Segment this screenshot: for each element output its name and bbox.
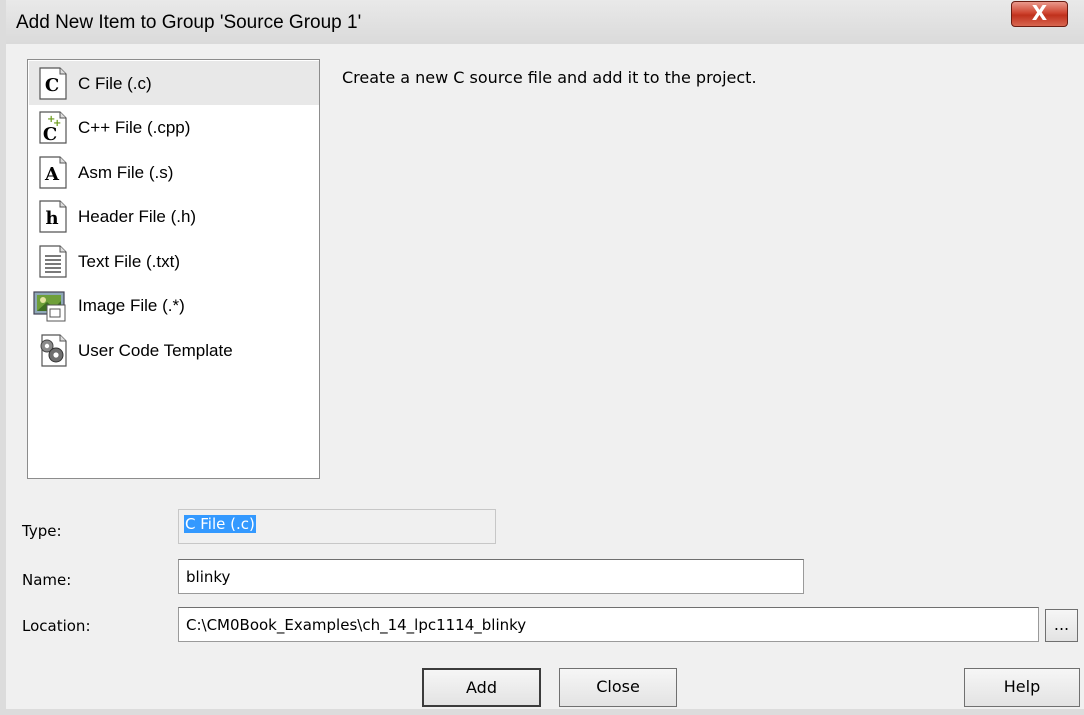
asm-file-icon: A bbox=[39, 156, 67, 189]
location-value: C:\CM0Book_Examples\ch_14_lpc1114_blinky bbox=[186, 616, 527, 634]
dialog-window: Add New Item to Group 'Source Group 1' X… bbox=[0, 0, 1084, 715]
list-item-label: User Code Template bbox=[78, 341, 233, 360]
name-input[interactable]: blinky bbox=[178, 559, 804, 594]
type-label: Type: bbox=[22, 522, 62, 540]
close-icon: X bbox=[1031, 1, 1048, 25]
header-file-icon: h bbox=[39, 200, 67, 233]
c-file-icon: C bbox=[39, 67, 67, 100]
item-description: Create a new C source file and add it to… bbox=[342, 68, 757, 87]
list-item-label: Image File (.*) bbox=[78, 296, 185, 315]
c-file-icon-glyph: C bbox=[45, 75, 59, 96]
list-item-text-file[interactable]: Text File (.txt) bbox=[29, 239, 319, 283]
list-item-label: Asm File (.s) bbox=[78, 163, 174, 182]
image-file-icon bbox=[33, 291, 66, 322]
cpp-file-icon: + + C bbox=[39, 111, 67, 144]
add-button[interactable]: Add bbox=[422, 668, 541, 707]
list-item-asm-file[interactable]: A Asm File (.s) bbox=[29, 150, 319, 194]
help-button[interactable]: Help bbox=[964, 668, 1080, 707]
list-item-label: C++ File (.cpp) bbox=[78, 118, 191, 137]
name-value: blinky bbox=[186, 568, 231, 586]
add-label: Add bbox=[466, 678, 497, 697]
name-label: Name: bbox=[22, 571, 72, 589]
list-item-image-file[interactable]: Image File (.*) bbox=[29, 283, 319, 327]
type-value: C File (.c) bbox=[184, 515, 256, 533]
browse-label: ... bbox=[1053, 615, 1070, 634]
dialog-content: C C File (.c) + + C C++ File (.cpp) A As… bbox=[12, 44, 1084, 709]
close-button[interactable]: Close bbox=[559, 668, 677, 707]
list-item-label: Header File (.h) bbox=[78, 207, 197, 226]
list-item-label: C File (.c) bbox=[78, 74, 152, 93]
close-label: Close bbox=[596, 677, 640, 696]
browse-button[interactable]: ... bbox=[1045, 609, 1078, 642]
list-item-label: Text File (.txt) bbox=[78, 252, 181, 271]
type-field[interactable]: C File (.c) bbox=[178, 509, 496, 544]
list-item-user-code-template[interactable]: User Code Template bbox=[29, 328, 319, 372]
text-file-icon bbox=[39, 245, 67, 278]
user-code-template-icon bbox=[40, 334, 67, 367]
dialog-title: Add New Item to Group 'Source Group 1' bbox=[16, 12, 362, 33]
location-label: Location: bbox=[22, 617, 91, 635]
help-label: Help bbox=[1003, 677, 1041, 696]
list-item-c-file[interactable]: C C File (.c) bbox=[29, 61, 319, 105]
list-item-header-file[interactable]: h Header File (.h) bbox=[29, 194, 319, 238]
cpp-file-icon-glyph: C bbox=[43, 124, 57, 144]
close-window-button[interactable]: X bbox=[1011, 1, 1068, 27]
asm-file-icon-glyph: A bbox=[44, 164, 60, 185]
list-item-cpp-file[interactable]: + + C C++ File (.cpp) bbox=[29, 105, 319, 149]
location-input[interactable]: C:\CM0Book_Examples\ch_14_lpc1114_blinky bbox=[178, 607, 1039, 642]
title-bar[interactable]: Add New Item to Group 'Source Group 1' X bbox=[6, 0, 1084, 44]
header-file-icon-glyph: h bbox=[45, 208, 58, 229]
file-type-list[interactable]: C C File (.c) + + C C++ File (.cpp) A As… bbox=[27, 59, 320, 479]
